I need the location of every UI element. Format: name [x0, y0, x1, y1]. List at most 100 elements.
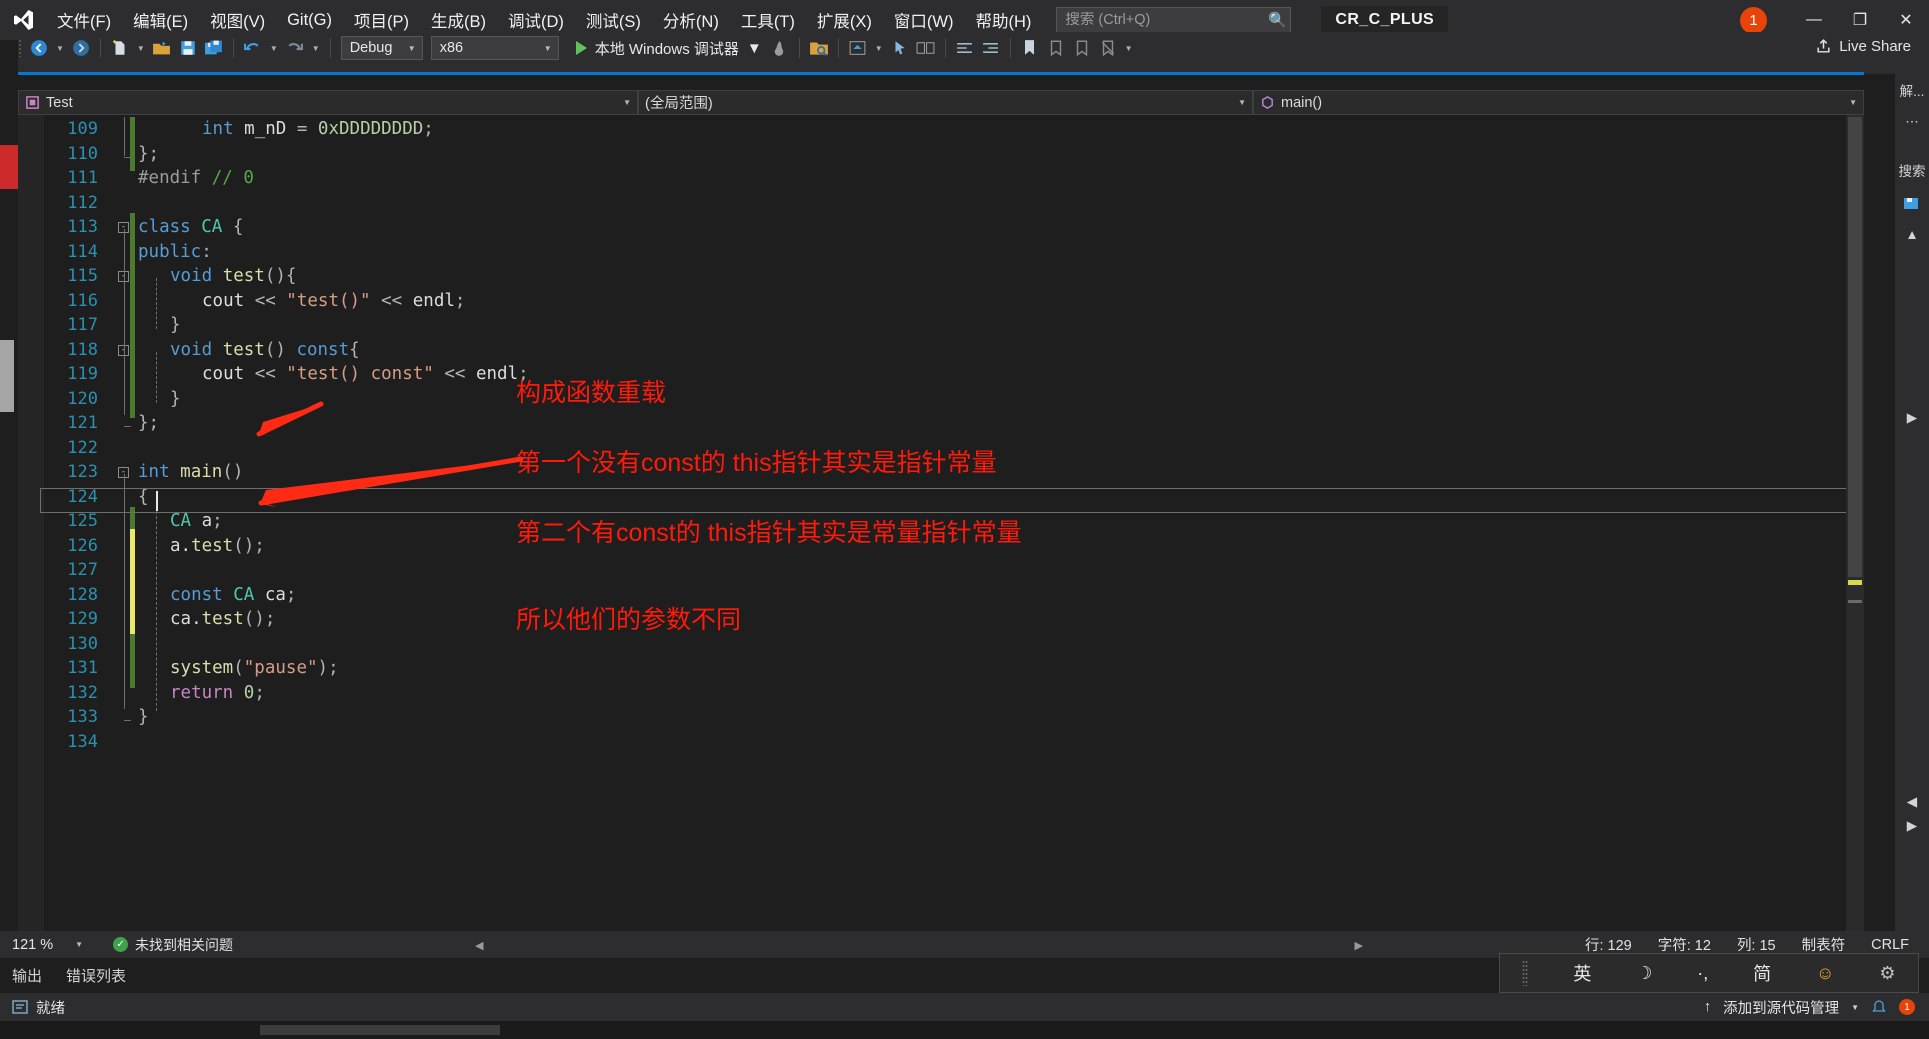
indent-right-icon[interactable] [978, 34, 1004, 62]
panel-tab-error-list[interactable]: 错误列表 [66, 965, 126, 986]
rail-panel-right-icon[interactable]: ▶ [1897, 816, 1927, 836]
live-preview-caret-icon[interactable]: ▼ [871, 44, 887, 53]
scope-selector-combo[interactable]: (全局范围) ▼ [638, 90, 1253, 115]
select-element-icon[interactable] [887, 34, 913, 62]
open-file-icon[interactable] [149, 34, 175, 62]
left-edge-scrollbar-thumb[interactable] [0, 340, 14, 412]
chevron-down-icon: ▼ [1238, 98, 1246, 107]
annotation-arrow-2 [258, 456, 524, 507]
code-line[interactable]: class CA {- [118, 215, 1864, 240]
scroll-left-icon[interactable]: ◀ [475, 939, 483, 952]
navigate-backward-caret-icon[interactable]: ▼ [52, 44, 68, 53]
member-selector-combo[interactable]: main() ▼ [1253, 90, 1864, 115]
code-line[interactable]: public: [118, 240, 1864, 265]
main-toolbar: ▼ ▼ ▼ ▼ Debug ▼ x86 ▼ 本地 Windows 调试器 ▼ ▼… [0, 32, 1929, 64]
chevron-down-icon[interactable]: ▼ [1851, 1003, 1859, 1012]
code-line[interactable]: } [118, 387, 1864, 412]
rail-tab-search[interactable]: 搜索 [1897, 158, 1927, 182]
line-number: 109 [67, 119, 98, 139]
navigate-forward-icon[interactable] [68, 34, 94, 62]
toolbar-overflow-icon[interactable]: ▼ [1121, 44, 1137, 53]
ime-toolbar[interactable]: 英 ☽ ·, 简 ☺ ⚙ [1499, 953, 1919, 993]
bell-icon[interactable] [1871, 999, 1887, 1015]
layout-columns-icon[interactable] [913, 34, 939, 62]
ime-punctuation-icon[interactable]: ·, [1697, 963, 1708, 984]
indent-left-icon[interactable] [952, 34, 978, 62]
new-file-icon[interactable] [107, 34, 133, 62]
navigate-backward-icon[interactable] [26, 34, 52, 62]
save-all-icon[interactable] [201, 34, 227, 62]
panel-tab-output[interactable]: 输出 [12, 965, 42, 986]
solution-configuration-combo[interactable]: Debug ▼ [340, 36, 423, 60]
clear-bookmarks-icon[interactable] [1095, 34, 1121, 62]
code-line[interactable]: const CA ca; [118, 583, 1864, 608]
issue-status[interactable]: ✓ 未找到相关问题 [113, 935, 233, 955]
ime-settings-icon[interactable]: ⚙ [1879, 963, 1895, 984]
rail-git-changes-icon[interactable] [1897, 194, 1927, 217]
search-input[interactable] [1057, 12, 1265, 28]
attach-to-process-icon[interactable] [806, 34, 832, 62]
scroll-right-icon[interactable]: ▶ [1355, 939, 1363, 952]
new-file-caret-icon[interactable]: ▼ [133, 44, 149, 53]
play-icon [575, 41, 587, 55]
rail-tab-solution-explorer[interactable]: 解... [1897, 78, 1927, 102]
code-line[interactable]: void test() const{- [118, 338, 1864, 363]
live-share-button[interactable]: Live Share [1815, 38, 1911, 55]
undo-caret-icon[interactable]: ▼ [266, 44, 282, 53]
ime-grip[interactable] [1522, 960, 1529, 986]
undo-icon[interactable] [240, 34, 266, 62]
code-line[interactable]: system("pause"); [118, 656, 1864, 681]
start-debugging-button[interactable]: 本地 Windows 调试器 ▼ [571, 34, 767, 62]
rail-expand-icon[interactable]: ▶ [1897, 408, 1927, 428]
code-line[interactable]: cout << "test() const" << endl; [118, 362, 1864, 387]
project-selector-combo[interactable]: Test ▼ [18, 90, 638, 115]
taskbar-window-segment[interactable] [260, 1025, 500, 1035]
chevron-down-icon[interactable]: ▼ [747, 40, 762, 57]
toolbar-separator-3 [329, 38, 331, 58]
bookmark-icon[interactable] [1017, 34, 1043, 62]
status-line-endings[interactable]: CRLF [1871, 937, 1909, 953]
code-line[interactable]: }; [118, 411, 1864, 436]
prev-bookmark-icon[interactable] [1043, 34, 1069, 62]
code-line[interactable]: int m_nD = 0xDDDDDDDD; [118, 117, 1864, 142]
zoom-level-combo[interactable]: 121 % ▼ [12, 937, 83, 953]
code-line[interactable]: }; [118, 142, 1864, 167]
source-control-button[interactable]: 添加到源代码管理 [1723, 997, 1839, 1018]
rail-collapse-icon[interactable]: ▲ [1897, 225, 1927, 244]
code-line[interactable]: ca.test(); [118, 607, 1864, 632]
code-line[interactable]: #endif // 0 [118, 166, 1864, 191]
code-line[interactable] [118, 632, 1864, 657]
redo-icon[interactable] [282, 34, 308, 62]
ime-language[interactable]: 英 [1573, 960, 1591, 986]
breakpoint-gutter[interactable] [18, 115, 44, 942]
search-box[interactable]: 🔍 [1056, 7, 1292, 33]
hot-reload-icon[interactable] [767, 34, 793, 62]
ime-emoji-icon[interactable]: ☺ [1816, 963, 1834, 984]
live-preview-icon[interactable] [845, 34, 871, 62]
line-number: 122 [67, 437, 98, 458]
next-bookmark-icon[interactable] [1069, 34, 1095, 62]
code-line[interactable]: return 0; [118, 681, 1864, 706]
ime-moon-icon[interactable]: ☽ [1636, 963, 1652, 984]
editor-vertical-scrollbar[interactable] [1846, 115, 1864, 942]
code-line[interactable] [118, 558, 1864, 583]
notification-count-badge[interactable]: 1 [1899, 999, 1915, 1015]
code-line[interactable] [118, 191, 1864, 216]
editor-horizontal-scrollbar[interactable]: ◀ ▶ [243, 937, 1575, 953]
code-line[interactable]: cout << "test()" << endl; [118, 289, 1864, 314]
solution-platform-combo[interactable]: x86 ▼ [430, 36, 559, 60]
code-line[interactable]: } [118, 705, 1864, 730]
ime-simplified[interactable]: 简 [1753, 960, 1771, 986]
code-line[interactable]: } [118, 313, 1864, 338]
code-line[interactable]: void test(){- [118, 264, 1864, 289]
line-number: 126 [67, 535, 98, 556]
notification-badge[interactable]: 1 [1740, 6, 1767, 34]
save-icon[interactable] [175, 34, 201, 62]
redo-caret-icon[interactable]: ▼ [308, 44, 324, 53]
code-editor[interactable]: 109 110 111 112 113 114 115 116 117 118 119 120 121 1… [18, 115, 1864, 942]
search-icon[interactable]: 🔍 [1264, 8, 1290, 32]
status-tabs-mode[interactable]: 制表符 [1802, 934, 1846, 955]
rail-tab-ellipsis[interactable]: ⋯ [1897, 112, 1927, 132]
code-line[interactable] [118, 730, 1864, 755]
rail-panel-left-icon[interactable]: ◀ [1897, 792, 1927, 812]
